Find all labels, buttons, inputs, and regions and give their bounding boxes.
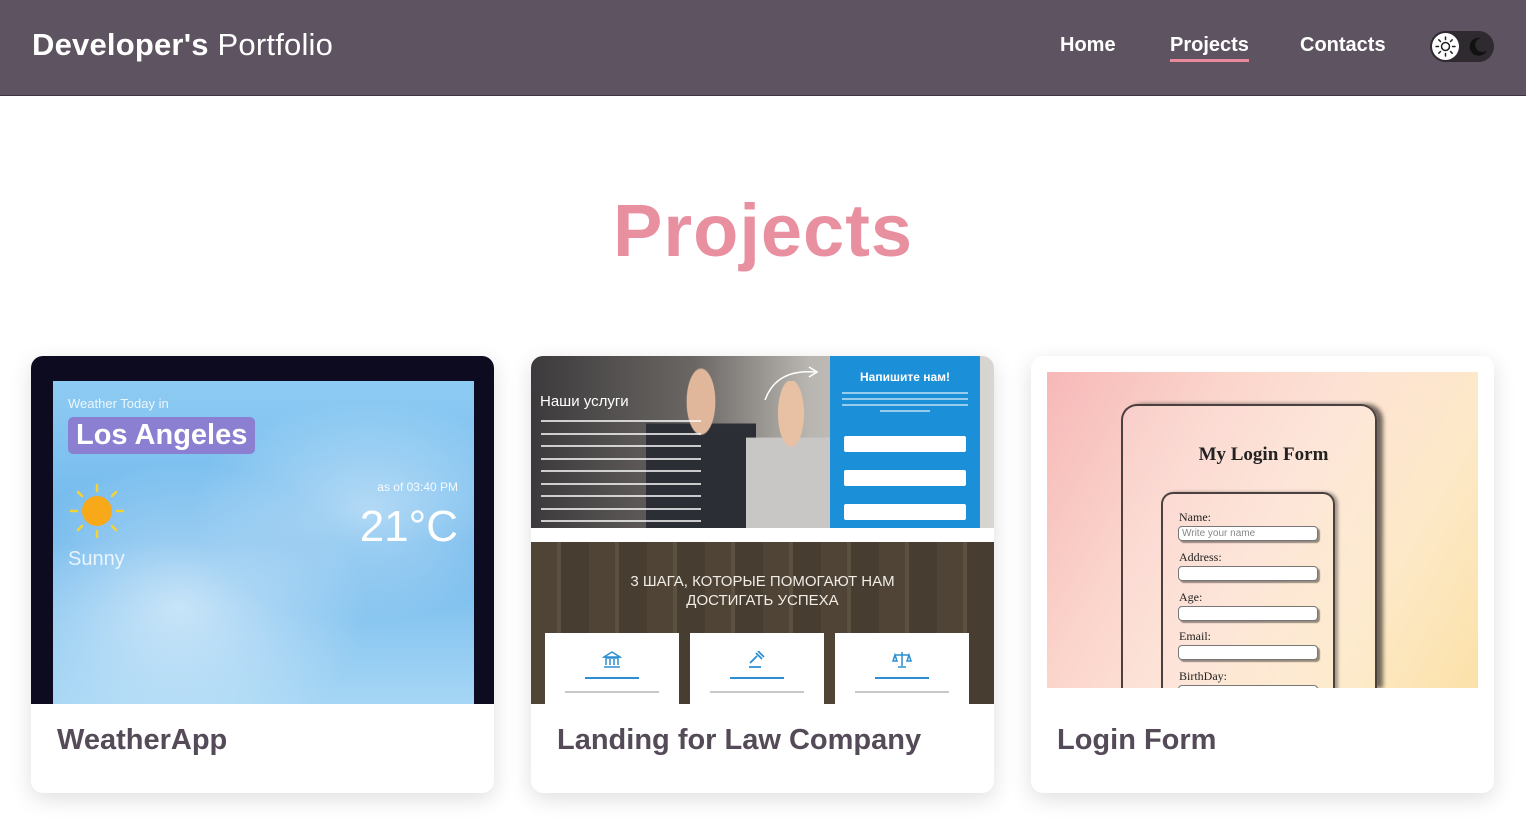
address-label: Address: [1179,550,1222,564]
step-card-2 [690,633,824,704]
steps-heading: 3 ШАГА, КОТОРЫЕ ПОМОГАЮТ НАМ ДОСТИГАТЬ У… [531,572,994,610]
nav-contacts-link[interactable]: Contacts [1300,34,1386,57]
project-card-law-landing[interactable]: Наши услуги Напишите нам! 3 ШАГА, КОТОРЫ… [531,356,994,793]
step-title [730,677,784,679]
weather-caption: Weather Today in [68,396,169,411]
age-label: Age: [1179,590,1203,604]
services-heading: Наши услуги [540,393,629,410]
sun-icon [69,483,125,539]
step-title [585,677,639,679]
weatherapp-thumbnail[interactable]: Weather Today in Los Angeles Sunny as of… [31,356,494,704]
login-form-title: My Login Form [1198,444,1329,465]
gavel-icon [749,651,765,668]
sun-icon [1435,36,1456,57]
age-input [1178,606,1318,621]
email-label: Email: [1179,629,1211,643]
email-input [1178,645,1318,660]
nav-home-link[interactable]: Home [1060,34,1116,57]
law-landing-thumbnail[interactable]: Наши услуги Напишите нам! 3 ШАГА, КОТОРЫ… [531,356,994,704]
step-card-1 [545,633,679,704]
step-text [855,691,949,693]
city-badge: Los Angeles [68,417,256,454]
contact-form-panel: Напишите нам! [830,356,980,528]
section-divider [531,528,994,542]
top-navbar: Developer's Portfolio Home Projects Cont… [0,0,1526,96]
project-title[interactable]: Login Form [1057,724,1216,757]
moon-icon [1469,37,1487,56]
form-title: Напишите нам! [859,370,951,384]
name-label: Name: [1179,510,1211,524]
name-input: Write your name [1178,526,1318,541]
bank-icon [602,651,622,668]
theme-toggle[interactable] [1430,31,1494,62]
project-card-weatherapp[interactable]: Weather Today in Los Angeles Sunny as of… [31,356,494,793]
brand-bold-text: Developer's [32,27,209,62]
project-title[interactable]: Landing for Law Company [557,724,921,757]
nav-projects-link[interactable]: Projects [1170,34,1249,62]
page-title: Projects [612,189,914,272]
step-text [565,691,659,693]
step-card-3 [835,633,969,704]
project-title[interactable]: WeatherApp [57,724,227,757]
thumbnail-bottom-margin [1031,688,1494,704]
address-input [1178,566,1318,581]
brand-logo[interactable]: Developer's Portfolio [32,27,333,63]
curved-arrow-icon [764,366,819,401]
scales-icon [892,652,912,668]
birthday-label: BirthDay: [1179,669,1227,683]
steps-heading-line2: ДОСТИГАТЬ УСПЕХА [686,592,839,609]
weather-time: as of 03:40 PM [377,480,458,494]
form-field-name [844,436,966,452]
services-list [541,420,701,533]
form-description [842,392,968,416]
step-text [710,691,804,693]
form-field-phone [844,504,966,520]
login-form-thumbnail[interactable]: My Login Form Name: Write your name Addr… [1031,356,1494,704]
brand-light-text: Portfolio [217,27,334,62]
project-card-login-form[interactable]: My Login Form Name: Write your name Addr… [1031,356,1494,793]
steps-heading-line1: 3 ШАГА, КОТОРЫЕ ПОМОГАЮТ НАМ [630,573,895,590]
weather-condition: Sunny [68,548,125,570]
step-title [875,677,929,679]
form-field-email [844,470,966,486]
temperature-value: 21°C [359,502,458,551]
